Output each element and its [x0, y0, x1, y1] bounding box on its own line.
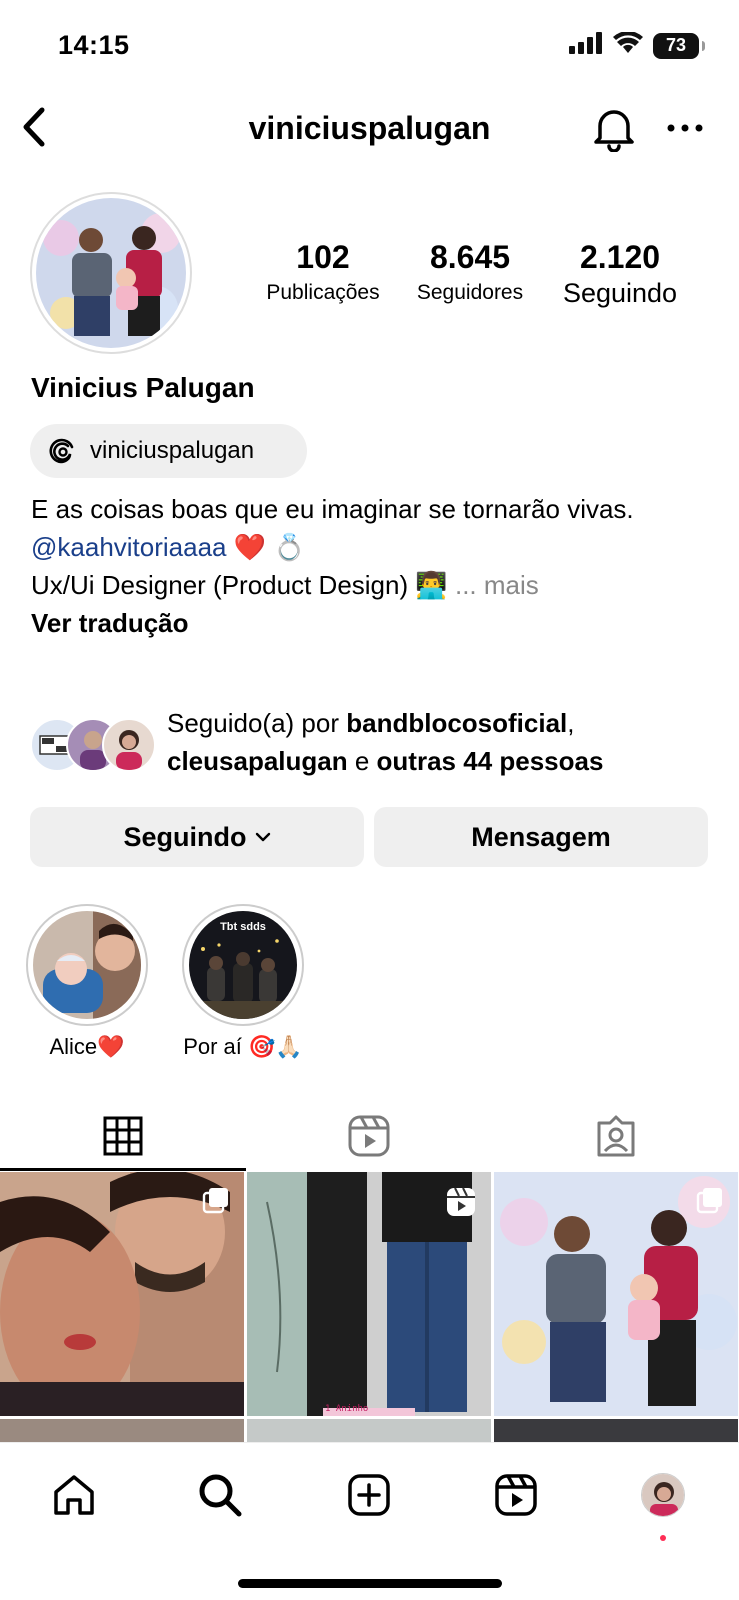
- nav-search[interactable]: [190, 1465, 250, 1525]
- followed-by-conj: e: [347, 746, 377, 776]
- mutual-user-2: cleusapalugan: [167, 746, 348, 776]
- chevron-down-icon: [255, 832, 270, 842]
- followed-by-comma: ,: [567, 708, 575, 738]
- posts-count: 102: [296, 239, 350, 275]
- mutual-avatar: [102, 718, 156, 772]
- notifications-button[interactable]: [592, 104, 636, 153]
- highlight-ring: [26, 904, 148, 1026]
- posts-label: Publicações: [266, 281, 380, 304]
- tab-active-indicator: [0, 1168, 246, 1171]
- status-time: 14:15: [58, 30, 130, 60]
- highlight-por-ai[interactable]: Tbt sdds Por aí 🎯🙏🏻: [182, 904, 304, 1060]
- post-caption-text: 1 Aninho: [325, 1404, 369, 1414]
- carousel-icon: [696, 1186, 724, 1219]
- followers-count: 8.645: [429, 239, 511, 275]
- status-icons: 73: [569, 31, 705, 59]
- status-bar: 14:15 73: [0, 0, 739, 92]
- post-thumbnail[interactable]: [494, 1419, 738, 1442]
- followed-by-prefix: Seguido(a) por: [167, 708, 347, 738]
- highlight-ring: Tbt sdds: [182, 904, 304, 1026]
- bio-mention-link[interactable]: @kaahvitoriaaaa: [31, 532, 227, 562]
- search-icon: [199, 1474, 242, 1517]
- reels-icon: [495, 1474, 537, 1516]
- more-options-button[interactable]: [665, 118, 705, 138]
- nav-reels[interactable]: [486, 1465, 546, 1525]
- message-button-label: Mensagem: [471, 821, 611, 852]
- tab-reels[interactable]: [246, 1100, 492, 1172]
- home-indicator: [238, 1579, 502, 1588]
- post-thumbnail[interactable]: [494, 1172, 738, 1416]
- bio-line-1: E as coisas boas que eu imaginar se torn…: [31, 494, 634, 524]
- profile-header: viniciuspalugan: [0, 92, 739, 164]
- tab-tagged[interactable]: [493, 1100, 739, 1172]
- create-icon: [348, 1474, 390, 1516]
- post-thumbnail[interactable]: [247, 1419, 491, 1442]
- profile-photo: [36, 198, 186, 348]
- bio-line-3: Ux/Ui Designer (Product Design) 👨‍💻 ... …: [31, 566, 721, 604]
- post-thumbnail[interactable]: [0, 1172, 244, 1416]
- nav-profile[interactable]: [633, 1465, 693, 1525]
- highlight-alice[interactable]: Alice❤️: [26, 904, 148, 1060]
- followed-by[interactable]: Seguido(a) por bandblocosoficial, cleusap…: [30, 704, 730, 786]
- bio-more-link[interactable]: mais: [484, 570, 539, 600]
- battery-icon: 73: [653, 32, 705, 59]
- reels-icon: [348, 1115, 390, 1157]
- followers-label: Seguidores: [416, 281, 524, 304]
- mutual-others: outras 44 pessoas: [376, 746, 604, 776]
- following-stat[interactable]: 2.120 Seguindo: [550, 238, 690, 308]
- bio-ellipsis: ...: [454, 570, 477, 600]
- tagged-icon: [597, 1115, 635, 1157]
- profile-bio: E as coisas boas que eu imaginar se torn…: [31, 490, 721, 642]
- highlight-cover: Tbt sdds: [189, 911, 297, 1019]
- threads-link[interactable]: viniciuspalugan: [30, 424, 307, 478]
- following-button[interactable]: Seguindo: [30, 807, 364, 867]
- nav-home[interactable]: [44, 1465, 104, 1525]
- following-button-label: Seguindo: [123, 821, 247, 852]
- see-translation-link[interactable]: Ver tradução: [31, 604, 721, 642]
- post-thumbnail[interactable]: 1 Aninho: [247, 1172, 491, 1416]
- profile-tabs: [0, 1100, 739, 1172]
- mutual-user-1: bandblocosoficial: [346, 708, 568, 738]
- posts-stat[interactable]: 102 Publicações: [260, 238, 386, 308]
- message-button[interactable]: Mensagem: [374, 807, 708, 867]
- followers-stat[interactable]: 8.645 Seguidores: [402, 238, 538, 308]
- threads-handle: viniciuspalugan: [90, 437, 255, 464]
- highlight-cover: [33, 911, 141, 1019]
- display-name: Vinicius Palugan: [31, 372, 255, 403]
- highlight-label: Por aí 🎯🙏🏻: [183, 1034, 303, 1059]
- nav-create[interactable]: [339, 1465, 399, 1525]
- bottom-navigation: [0, 1442, 739, 1600]
- grid-icon: [103, 1116, 143, 1156]
- threads-icon: [49, 438, 74, 464]
- followed-by-text: Seguido(a) por bandblocosoficial, cleusap…: [167, 704, 737, 780]
- battery-level: 73: [665, 35, 687, 55]
- posts-grid: 1 Aninho: [0, 1172, 739, 1442]
- highlight-label: Alice❤️: [49, 1034, 125, 1059]
- wifi-icon: [613, 31, 643, 59]
- profile-avatar[interactable]: [30, 192, 192, 354]
- signal-icon: [569, 32, 603, 59]
- tab-posts[interactable]: [0, 1100, 246, 1172]
- following-label: Seguindo: [562, 278, 678, 308]
- following-count: 2.120: [579, 239, 661, 275]
- carousel-icon: [202, 1186, 230, 1219]
- post-thumbnail[interactable]: [0, 1419, 244, 1442]
- bio-job-title: Ux/Ui Designer (Product Design) 👨‍💻: [31, 570, 448, 600]
- profile-stats: 102 Publicações 8.645 Seguidores 2.120 S…: [250, 238, 710, 318]
- bio-mention-line: @kaahvitoriaaaa ❤️ 💍: [31, 528, 721, 566]
- bio-mention-emoji: ❤️ 💍: [233, 532, 306, 562]
- bell-icon: [594, 110, 634, 153]
- mutual-avatars: [30, 718, 158, 774]
- profile-avatar: [641, 1473, 685, 1517]
- more-dots-icon: [667, 124, 703, 132]
- highlight-overlay-text: Tbt sdds: [220, 921, 266, 933]
- home-icon: [54, 1475, 94, 1515]
- reel-indicator-icon: [445, 1186, 477, 1223]
- notification-dot: [660, 1535, 666, 1541]
